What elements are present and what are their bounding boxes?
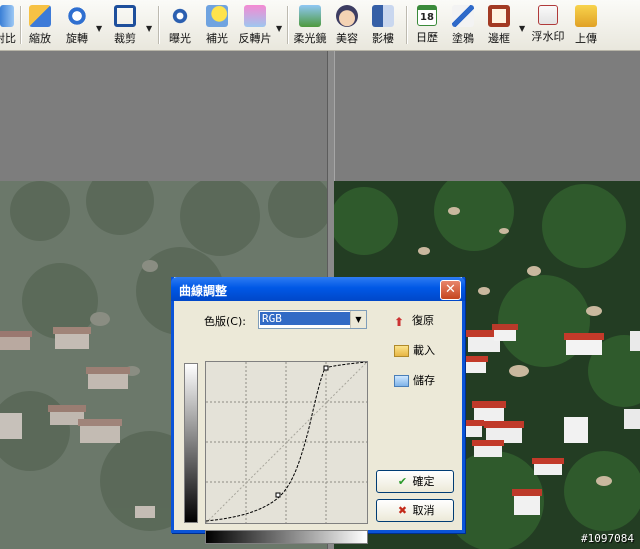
frame-button[interactable]: 邊框 — [484, 3, 514, 47]
calendar-button[interactable]: 18 日歷 — [412, 3, 442, 47]
crop-dropdown-icon[interactable]: ▼ — [146, 24, 153, 33]
watermark-text: #1097084 — [581, 532, 634, 545]
fill-light-label: 補光 — [206, 32, 228, 45]
reversal-film-icon — [244, 5, 266, 27]
frame-label: 邊框 — [488, 32, 510, 45]
toolbar-separator — [406, 6, 408, 44]
curve-grid — [205, 361, 368, 524]
chevron-down-icon[interactable]: ▼ — [350, 311, 366, 328]
dialog-body: 色版(C): RGB ▼ ⬆ 復原 載入 儲存 ✔ 確定 ✖ 取消 — [174, 301, 462, 544]
doodle-icon — [452, 5, 474, 27]
dialog-titlebar[interactable]: 曲線調整 ✕ — [171, 277, 465, 301]
reversal-film-dropdown-icon[interactable]: ▼ — [276, 24, 283, 33]
curves-dialog: 曲線調整 ✕ 色版(C): RGB ▼ ⬆ 復原 載入 儲存 ✔ 確定 ✖ 取消 — [171, 277, 465, 544]
watermark-icon — [538, 5, 558, 25]
input-gradient-bar — [205, 530, 368, 544]
studio-icon — [372, 5, 394, 27]
frame-icon — [488, 5, 510, 27]
resize-button[interactable]: 縮放 — [24, 3, 56, 47]
frame-dropdown-icon[interactable]: ▼ — [519, 24, 526, 33]
upload-icon — [575, 5, 597, 27]
curve-graph[interactable] — [205, 361, 368, 524]
toolbar: 對比 縮放 旋轉 ▼ 裁剪 ▼ 曝光 補光 反轉片 ▼ 柔光鏡 美容 影樓 — [0, 0, 640, 51]
cancel-button[interactable]: ✖ 取消 — [376, 499, 454, 522]
upload-button[interactable]: 上傳 — [570, 3, 602, 47]
studio-label: 影樓 — [372, 32, 394, 45]
reset-button[interactable]: ⬆ 復原 — [394, 312, 434, 329]
soft-focus-label: 柔光鏡 — [293, 32, 327, 45]
crop-label: 裁剪 — [114, 32, 136, 45]
channel-label: 色版(C): — [204, 315, 246, 328]
doodle-label: 塗鴉 — [452, 32, 474, 45]
toolbar-separator — [20, 6, 22, 44]
rotate-label: 旋轉 — [66, 32, 88, 45]
soft-focus-icon — [299, 5, 321, 27]
curve-control-point[interactable] — [323, 365, 329, 371]
toolbar-separator — [287, 6, 289, 44]
resize-label: 縮放 — [29, 32, 51, 45]
cancel-icon: ✖ — [397, 504, 408, 517]
contrast-button[interactable]: 對比 — [0, 3, 18, 47]
beauty-label: 美容 — [336, 32, 358, 45]
exposure-icon — [169, 5, 191, 27]
canvas-background — [0, 51, 640, 181]
dialog-title: 曲線調整 — [179, 284, 228, 298]
channel-select-value: RGB — [260, 312, 350, 325]
exposure-label: 曝光 — [169, 32, 191, 45]
resize-icon — [29, 5, 51, 27]
doodle-button[interactable]: 塗鴉 — [448, 3, 478, 47]
fill-light-icon — [206, 5, 228, 27]
save-folder-icon — [394, 375, 409, 387]
studio-button[interactable]: 影樓 — [368, 3, 398, 47]
calendar-icon: 18 — [417, 5, 437, 26]
reset-label: 復原 — [412, 314, 434, 327]
ok-label: 確定 — [412, 475, 435, 488]
beauty-icon — [336, 5, 358, 27]
open-folder-icon — [394, 345, 409, 357]
calendar-label: 日歷 — [416, 31, 438, 44]
load-button[interactable]: 載入 — [394, 342, 435, 358]
close-icon: ✕ — [445, 282, 456, 297]
close-button[interactable]: ✕ — [440, 280, 461, 300]
cancel-label: 取消 — [412, 504, 435, 517]
reversal-film-label: 反轉片 — [238, 32, 272, 45]
ok-button[interactable]: ✔ 確定 — [376, 470, 454, 493]
toolbar-separator — [158, 6, 160, 44]
soft-focus-button[interactable]: 柔光鏡 — [292, 3, 328, 47]
rotate-icon — [66, 5, 88, 27]
crop-icon — [114, 5, 136, 27]
save-label: 儲存 — [413, 374, 435, 387]
reversal-film-button[interactable]: 反轉片 — [236, 3, 274, 47]
rotate-dropdown-icon[interactable]: ▼ — [96, 24, 103, 33]
up-arrow-icon: ⬆ — [394, 314, 405, 329]
exposure-button[interactable]: 曝光 — [164, 3, 196, 47]
watermark-button[interactable]: 浮水印 — [528, 3, 568, 47]
watermark-label: 浮水印 — [531, 30, 565, 43]
contrast-label: 對比 — [0, 32, 16, 45]
load-label: 載入 — [413, 344, 435, 357]
beauty-button[interactable]: 美容 — [332, 3, 362, 47]
curve-editor[interactable] — [205, 361, 368, 524]
contrast-icon — [0, 5, 14, 27]
rotate-button[interactable]: 旋轉 — [60, 3, 94, 47]
checkmark-icon: ✔ — [397, 475, 408, 488]
channel-select[interactable]: RGB ▼ — [258, 310, 367, 329]
curve-control-point[interactable] — [275, 492, 281, 498]
upload-label: 上傳 — [575, 32, 597, 45]
save-button[interactable]: 儲存 — [394, 372, 435, 388]
fill-light-button[interactable]: 補光 — [200, 3, 234, 47]
output-gradient-bar — [184, 363, 198, 523]
crop-button[interactable]: 裁剪 — [108, 3, 142, 47]
